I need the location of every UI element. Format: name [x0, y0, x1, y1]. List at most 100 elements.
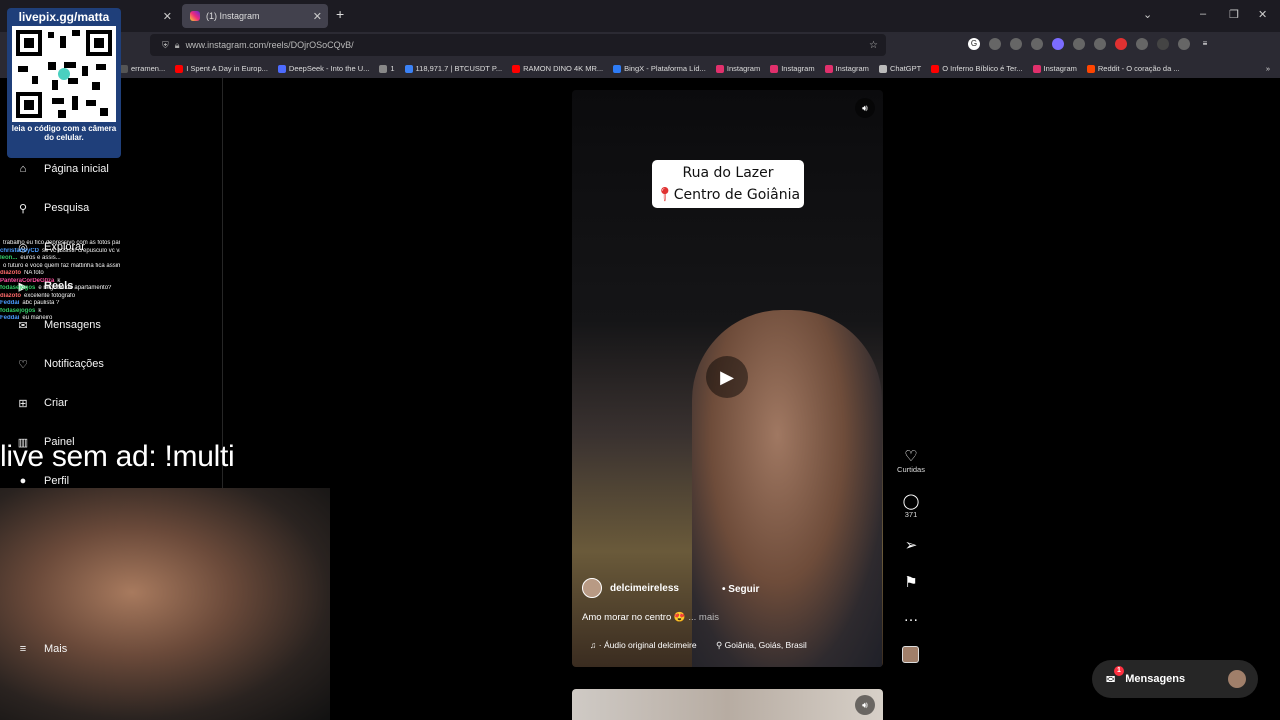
bookmark-item[interactable]: Instagram	[770, 64, 815, 73]
sidebar-item-more[interactable]: ≡ Mais	[14, 640, 67, 658]
extension-off-icon[interactable]	[1157, 38, 1169, 50]
extension-icon[interactable]	[1073, 38, 1085, 50]
extension-speaker-icon[interactable]	[1031, 38, 1043, 50]
minimize-icon[interactable]: –	[1200, 8, 1206, 20]
bookmark-item[interactable]: I Spent A Day in Europ...	[175, 64, 268, 73]
reel-sticker: Rua do Lazer 📍︎Centro de Goiânia	[652, 160, 804, 208]
bookmark-favicon-icon	[379, 64, 388, 73]
bookmarks-overflow-chevron-icon[interactable]: »	[1266, 64, 1270, 73]
audio-thumbnail[interactable]	[902, 646, 919, 663]
bookmark-label: 1	[390, 64, 395, 73]
account-icon[interactable]	[1178, 38, 1190, 50]
address-bar[interactable]: ⛨ 🔒︎ www.instagram.com/reels/DOjrOSoCQvB…	[150, 34, 886, 56]
chat-text: k	[38, 307, 42, 314]
bookmark-star-icon[interactable]: ☆	[869, 40, 878, 51]
restore-icon[interactable]: ❐	[1229, 8, 1239, 21]
bookmark-item[interactable]: 1	[379, 64, 395, 73]
sidebar-item-notifications[interactable]: ♡ Notificações	[14, 355, 104, 373]
bookmark-label: RAMON DINO 4K MR...	[523, 64, 604, 73]
extension-icon[interactable]	[1094, 38, 1106, 50]
chat-message: Feddai eu maneiro	[0, 315, 120, 323]
messages-badge: 1	[1114, 666, 1124, 676]
bookmark-item[interactable]: Instagram	[824, 64, 869, 73]
reel-location[interactable]: ⚲ Goiânia, Goiás, Brasil	[716, 640, 807, 651]
share-button[interactable]: ➢	[896, 536, 926, 554]
bookmark-label: Instagram	[1043, 64, 1077, 73]
bookmark-favicon-icon	[1032, 64, 1041, 73]
messages-pill[interactable]: ✉ 1 Mensagens	[1092, 660, 1258, 698]
menu-icon[interactable]: ≡	[1199, 38, 1211, 50]
tracking-shield-icon[interactable]: ⛨	[162, 40, 169, 51]
volume-icon[interactable]: 🔊︎	[855, 98, 875, 118]
extension-icon[interactable]	[1115, 38, 1127, 50]
volume-icon[interactable]: 🔊︎	[855, 695, 875, 715]
bookmark-item[interactable]: Reddit - O coração da ...	[1086, 64, 1180, 73]
bookmark-label: BingX - Plataforma Líd...	[624, 64, 706, 73]
heart-icon: ♡	[904, 448, 918, 465]
extension-shield-icon[interactable]	[1010, 38, 1022, 50]
chat-text: abc paulista ?	[22, 300, 60, 306]
chat-message: leon... euros e assis...	[0, 255, 120, 263]
chat-username: Feddai	[0, 300, 20, 306]
bookmark-favicon-icon	[175, 64, 184, 73]
sidebar-item-label: Pesquisa	[44, 202, 90, 214]
bookmark-item[interactable]: erramen...	[120, 64, 165, 73]
chat-text: euros e assis...	[20, 255, 61, 261]
bookmark-favicon-icon	[824, 64, 833, 73]
extension-icon[interactable]	[1052, 38, 1064, 50]
more-options-button[interactable]: …	[896, 608, 926, 625]
sidebar-item-create[interactable]: ⊞ Criar	[14, 394, 67, 412]
follow-button[interactable]: • Seguir	[722, 584, 759, 595]
chat-text: se vc assistir crepusculo vc vai discar …	[42, 247, 120, 254]
bookmark-item[interactable]: DeepSeek - Into the U...	[277, 64, 370, 73]
tab-list-chevron-icon[interactable]: ⌄	[1143, 8, 1152, 21]
messenger-icon: ✉	[1106, 673, 1116, 686]
chat-message: fodasejogos k	[0, 308, 120, 316]
bookmark-item[interactable]: O Inferno Bíblico é Ter...	[931, 64, 1023, 73]
tab-instagram[interactable]: (1) Instagram ✕	[182, 4, 328, 28]
bookmark-item[interactable]: 118,971.7 | BTCUSDT P...	[404, 64, 502, 73]
bookmark-favicon-icon	[931, 64, 940, 73]
reel-audio[interactable]: ♫ · Áudio original delcimeire	[590, 640, 697, 650]
chat-text: NA foto	[24, 270, 44, 276]
bookmark-item[interactable]: RAMON DINO 4K MR...	[512, 64, 603, 73]
bookmark-favicon-icon	[613, 64, 622, 73]
window-close-icon[interactable]: ✕	[1258, 8, 1267, 21]
close-tab-icon[interactable]: ✕	[313, 10, 322, 23]
bookmark-label: DeepSeek - Into the U...	[288, 64, 370, 73]
new-tab-icon[interactable]: +	[336, 6, 344, 22]
bookmark-favicon-icon	[277, 64, 286, 73]
search-icon: ⚲	[18, 202, 28, 215]
avatar[interactable]	[582, 578, 602, 598]
comment-button[interactable]: ◯ 371	[896, 492, 926, 519]
music-note-icon: ♫	[590, 640, 597, 650]
next-reel-preview[interactable]: 🔊︎	[572, 689, 883, 720]
chat-text: é negocio de apartamento?	[38, 285, 112, 291]
caption-more-link[interactable]: ... mais	[688, 612, 719, 623]
close-tab-icon[interactable]: ✕	[163, 10, 172, 23]
lock-icon[interactable]: 🔒︎	[175, 40, 180, 51]
author-name[interactable]: delcimeireless	[610, 583, 679, 594]
caption-text: Amo morar no centro 😍	[582, 612, 686, 623]
extension-icon[interactable]	[989, 38, 1001, 50]
chat-text: excelente fotógrafo	[24, 292, 76, 299]
reel-video[interactable]: Rua do Lazer 📍︎Centro de Goiânia 🔊︎ ▶ de…	[572, 90, 883, 667]
bookmark-item[interactable]: ChatGPT	[878, 64, 921, 73]
play-icon[interactable]: ▶	[706, 356, 748, 398]
url-text[interactable]: www.instagram.com/reels/DOjrOSoCQvB/	[186, 40, 354, 50]
save-button[interactable]: ⚑	[896, 573, 926, 591]
reel-author[interactable]: delcimeireless	[582, 578, 679, 598]
bookmark-label: Instagram	[835, 64, 869, 73]
bookmark-item[interactable]: Instagram	[1032, 64, 1077, 73]
messages-label: Mensagens	[1125, 673, 1186, 685]
chat-username: diazoto	[0, 270, 21, 276]
chat-username: fodasejogos	[0, 285, 36, 291]
sidebar-item-home[interactable]: ⌂ Página inicial	[14, 160, 109, 178]
like-button[interactable]: ♡ Curtidas	[896, 447, 926, 474]
bookmark-item[interactable]: Instagram	[715, 64, 760, 73]
extension-icon[interactable]	[1136, 38, 1148, 50]
bookmark-item[interactable]: BingX - Plataforma Líd...	[613, 64, 706, 73]
bookmark-favicon-icon	[404, 64, 413, 73]
extension-g-icon[interactable]: G	[968, 38, 980, 50]
sidebar-item-search[interactable]: ⚲ Pesquisa	[14, 199, 89, 217]
